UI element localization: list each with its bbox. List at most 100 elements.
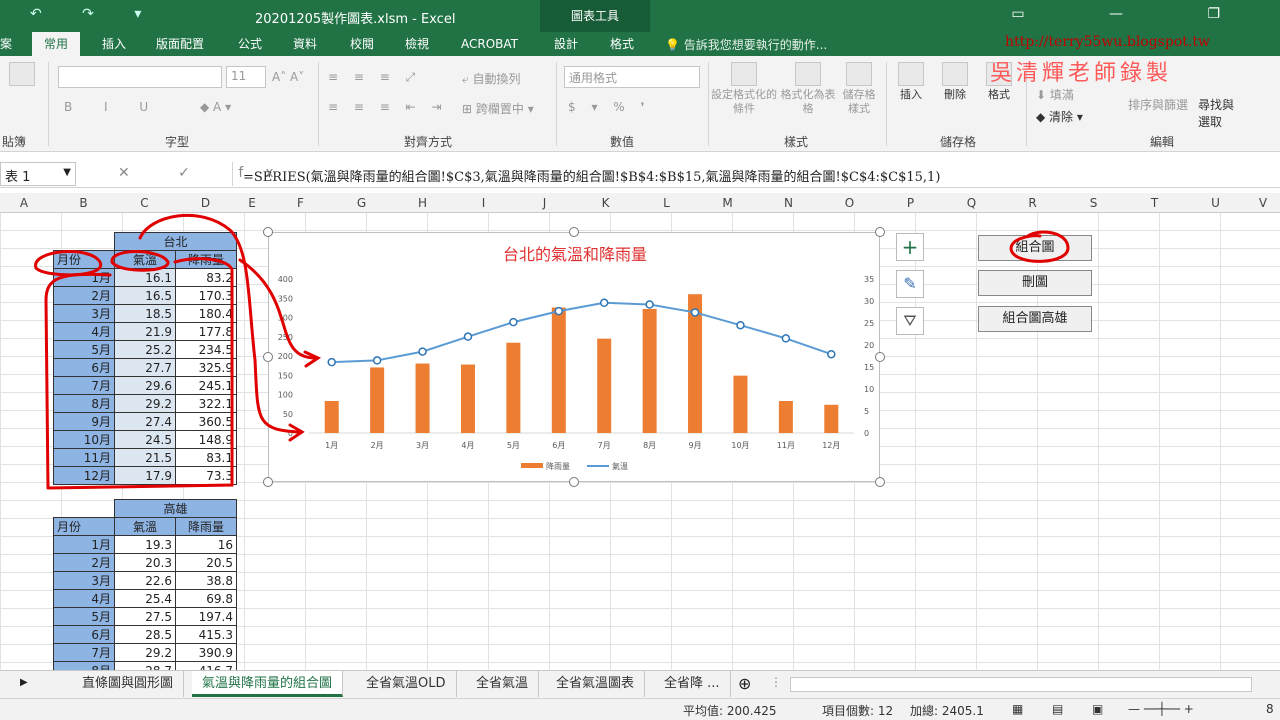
column-header[interactable]: P xyxy=(880,196,941,210)
tab-home[interactable]: 常用 xyxy=(32,32,81,56)
rain-cell[interactable]: 415.3 xyxy=(175,625,237,644)
sheet-tab[interactable]: 全省氣溫 xyxy=(466,671,540,697)
column-header[interactable]: E xyxy=(236,196,268,210)
chevron-down-icon[interactable]: ▼ xyxy=(63,167,71,178)
month-cell[interactable]: 7月 xyxy=(53,643,115,662)
temp-cell[interactable]: 29.6 xyxy=(114,376,176,395)
font-name-box[interactable] xyxy=(58,66,222,88)
zoom-slider[interactable]: — ──┼── + xyxy=(1128,702,1194,716)
column-header[interactable]: F xyxy=(270,196,331,210)
temp-cell[interactable]: 17.9 xyxy=(114,466,176,485)
temp-cell[interactable]: 25.2 xyxy=(114,340,176,359)
find-select-button[interactable]: 尋找與選取 xyxy=(1198,96,1242,130)
rain-cell[interactable]: 245.1 xyxy=(175,376,237,395)
month-cell[interactable]: 3月 xyxy=(53,571,115,590)
fill-color-icon[interactable]: ◆ A ▾ xyxy=(200,100,231,114)
paste-button[interactable] xyxy=(2,62,42,88)
chart-styles-brush-icon[interactable]: ✎ xyxy=(896,270,924,298)
resize-handle[interactable] xyxy=(875,352,885,362)
month-cell[interactable]: 5月 xyxy=(53,607,115,626)
wrap-text-button[interactable]: ⤶ 自動換列 xyxy=(462,70,521,87)
column-header[interactable]: R xyxy=(1002,196,1063,210)
taipei-caption[interactable]: 台北 xyxy=(114,232,237,251)
header-rain[interactable]: 降雨量 xyxy=(175,250,237,269)
delete-chart-button[interactable]: 刪圖 xyxy=(978,270,1092,296)
tab-acrobat[interactable]: ACROBAT xyxy=(461,32,518,56)
sheet-tab[interactable]: 全省氣溫圖表 xyxy=(546,671,646,697)
tab-design[interactable]: 設計 xyxy=(554,32,578,56)
temp-cell[interactable]: 28.5 xyxy=(114,625,176,644)
rain-cell[interactable]: 360.5 xyxy=(175,412,237,431)
temp-cell[interactable]: 21.9 xyxy=(114,322,176,341)
kaohsiung-caption[interactable]: 高雄 xyxy=(114,499,237,518)
temp-cell[interactable]: 25.4 xyxy=(114,589,176,608)
tab-file-partial[interactable]: 案 xyxy=(0,32,12,56)
header-rain[interactable]: 降雨量 xyxy=(175,517,237,536)
month-cell[interactable]: 11月 xyxy=(53,448,115,467)
font-size-box[interactable]: 11 xyxy=(226,66,266,88)
tab-format[interactable]: 格式 xyxy=(610,32,634,56)
rain-cell[interactable]: 177.8 xyxy=(175,322,237,341)
column-header[interactable]: N xyxy=(758,196,819,210)
month-cell[interactable]: 1月 xyxy=(53,535,115,554)
column-header[interactable]: B xyxy=(53,196,114,210)
rain-cell[interactable]: 170.3 xyxy=(175,286,237,305)
fill-button[interactable]: ⬇ 填滿 xyxy=(1036,86,1074,103)
normal-view-icon[interactable]: ▦ xyxy=(1012,702,1023,716)
rain-cell[interactable]: 234.5 xyxy=(175,340,237,359)
rain-cell[interactable]: 197.4 xyxy=(175,607,237,626)
month-cell[interactable]: 7月 xyxy=(53,376,115,395)
number-format-box[interactable]: 通用格式 xyxy=(564,66,700,88)
column-header[interactable]: V xyxy=(1246,196,1280,210)
resize-handle[interactable] xyxy=(569,227,579,237)
temp-cell[interactable]: 19.3 xyxy=(114,535,176,554)
tab-insert[interactable]: 插入 xyxy=(102,32,126,56)
temp-cell[interactable]: 20.3 xyxy=(114,553,176,572)
column-header[interactable]: U xyxy=(1185,196,1246,210)
month-cell[interactable]: 12月 xyxy=(53,466,115,485)
temp-cell[interactable]: 27.4 xyxy=(114,412,176,431)
month-cell[interactable]: 4月 xyxy=(53,589,115,608)
tab-formulas[interactable]: 公式 xyxy=(238,32,262,56)
header-temp[interactable]: 氣溫 xyxy=(114,517,176,536)
rain-cell[interactable]: 69.8 xyxy=(175,589,237,608)
column-header[interactable]: Q xyxy=(941,196,1002,210)
rain-cell[interactable]: 390.9 xyxy=(175,643,237,662)
resize-handle[interactable] xyxy=(875,477,885,487)
rain-cell[interactable]: 38.8 xyxy=(175,571,237,590)
column-header[interactable]: L xyxy=(636,196,697,210)
clear-button[interactable]: ◆ 清除 ▾ xyxy=(1036,108,1083,125)
temp-cell[interactable]: 29.2 xyxy=(114,643,176,662)
month-cell[interactable]: 1月 xyxy=(53,268,115,287)
sort-filter-button[interactable]: 排序與篩選 xyxy=(1128,96,1188,113)
rain-cell[interactable]: 83.2 xyxy=(175,268,237,287)
rain-cell[interactable]: 83.1 xyxy=(175,448,237,467)
tab-data[interactable]: 資料 xyxy=(293,32,317,56)
insert-cells-button[interactable]: 插入 xyxy=(890,62,932,102)
month-cell[interactable]: 8月 xyxy=(53,394,115,413)
tell-me-box[interactable]: 💡 告訴我您想要執行的動作... xyxy=(665,36,827,53)
column-header[interactable]: K xyxy=(575,196,636,210)
sheet-tab[interactable]: 全省降 ... xyxy=(654,671,731,697)
temp-cell[interactable]: 27.5 xyxy=(114,607,176,626)
zoom-level[interactable]: 8 xyxy=(1266,702,1274,716)
header-month[interactable]: 月份 xyxy=(53,250,115,269)
tab-view[interactable]: 檢視 xyxy=(405,32,429,56)
temp-cell[interactable]: 22.6 xyxy=(114,571,176,590)
resize-handle[interactable] xyxy=(875,227,885,237)
grow-shrink-font-icon[interactable]: A˄ A˅ xyxy=(272,70,304,84)
number-format-icons[interactable]: $ ▾ % ❜ xyxy=(568,100,650,114)
resize-handle[interactable] xyxy=(263,227,273,237)
header-month[interactable]: 月份 xyxy=(53,517,115,536)
resize-handle[interactable] xyxy=(263,477,273,487)
header-temp[interactable]: 氣溫 xyxy=(114,250,176,269)
column-header[interactable]: S xyxy=(1063,196,1124,210)
temp-cell[interactable]: 16.5 xyxy=(114,286,176,305)
month-cell[interactable]: 2月 xyxy=(53,286,115,305)
combo-chart-button[interactable]: 組合圖 xyxy=(978,235,1092,261)
column-header[interactable]: O xyxy=(819,196,880,210)
rain-cell[interactable]: 180.4 xyxy=(175,304,237,323)
temp-cell[interactable]: 24.5 xyxy=(114,430,176,449)
sheet-tab-active[interactable]: 氣溫與降雨量的組合圖 xyxy=(192,671,344,697)
month-cell[interactable]: 3月 xyxy=(53,304,115,323)
